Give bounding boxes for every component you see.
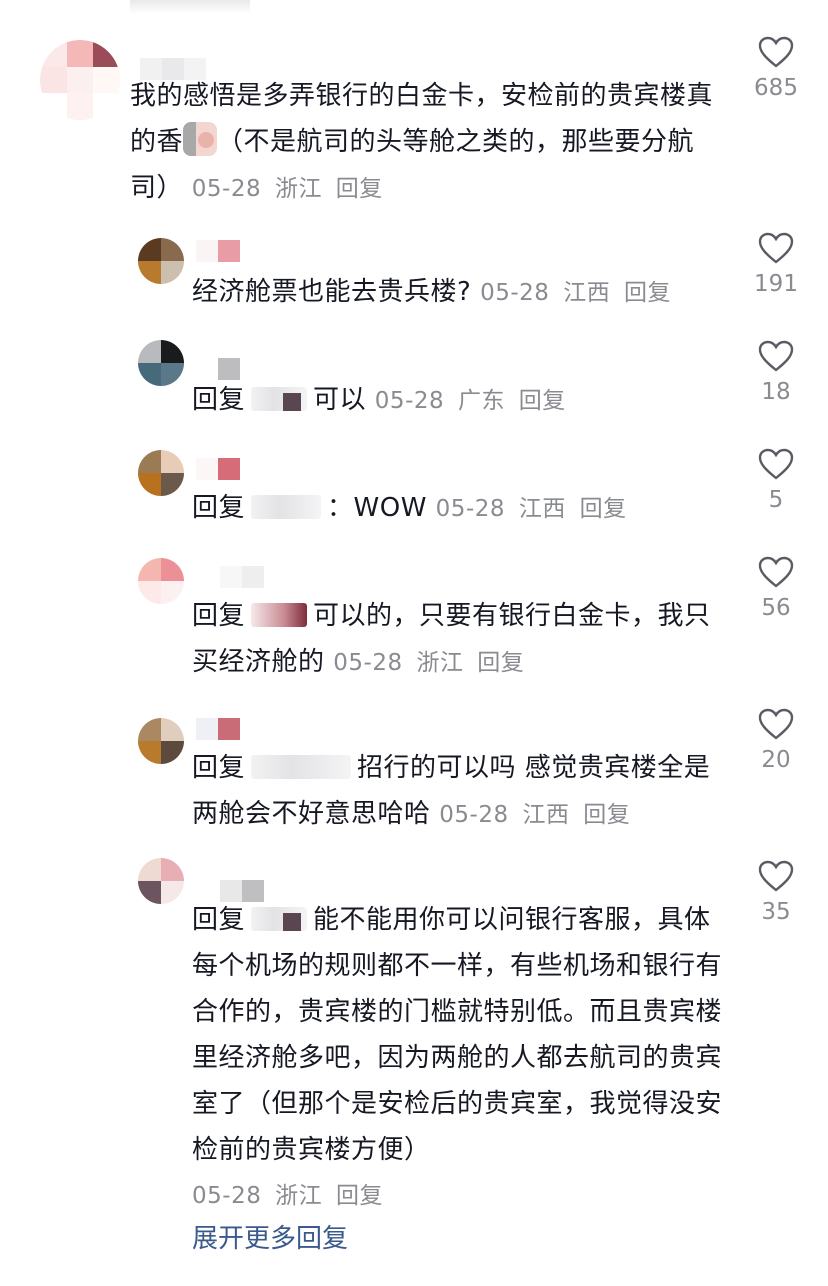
avatar[interactable] — [138, 340, 184, 386]
reply-text: 回复 招行的可以吗 感觉贵宾楼全是两舱会不好意思哈哈 05-28 江西 回复 — [192, 745, 722, 838]
reply-button[interactable]: 回复 — [519, 388, 566, 414]
reply-location: 浙江 — [416, 650, 464, 676]
face-emoji-icon — [183, 122, 218, 156]
reply-text: 经济舱票也能去贵兵楼? 05-28 江西 回复 — [192, 269, 722, 316]
like-button[interactable]: 685 — [741, 36, 811, 102]
top-fade — [130, 0, 250, 14]
reply-body: 经济舱票也能去贵兵楼? — [192, 277, 472, 307]
like-count: 20 — [761, 747, 791, 773]
mention-blurred[interactable] — [251, 755, 352, 779]
avatar[interactable] — [138, 450, 184, 496]
avatar[interactable] — [138, 858, 184, 904]
username-blurred[interactable] — [196, 458, 256, 484]
reply-location: 江西 — [518, 496, 566, 522]
like-count: 18 — [761, 379, 791, 405]
reply-date: 05-28 — [192, 1183, 262, 1209]
reply-meta: 05-28 江西 回复 — [439, 802, 636, 828]
mention-blurred[interactable] — [251, 495, 322, 519]
reply-location: 江西 — [563, 280, 611, 306]
expand-more-replies[interactable]: 展开更多回复 — [192, 1216, 348, 1262]
comment-date: 05-28 — [191, 176, 262, 202]
like-count: 56 — [761, 595, 791, 621]
reply-meta: 05-28 江西 回复 — [436, 496, 633, 522]
heart-icon — [758, 448, 794, 480]
mention-blurred[interactable] — [251, 603, 308, 627]
heart-icon — [758, 556, 794, 588]
reply-body: 可以 — [313, 385, 367, 415]
reply-prefix: 回复 — [192, 385, 246, 415]
reply-date: 05-28 — [435, 496, 506, 522]
reply-button[interactable]: 回复 — [583, 802, 630, 828]
reply-text: 回复 可以的，只要有银行白金卡，我只买经济舱的 05-28 浙江 回复 — [192, 593, 722, 686]
like-button[interactable]: 5 — [741, 448, 811, 514]
reply-button[interactable]: 回复 — [477, 650, 524, 676]
avatar[interactable] — [138, 238, 184, 284]
heart-icon — [758, 232, 794, 264]
like-count: 5 — [768, 487, 784, 513]
mention-blurred[interactable] — [251, 387, 308, 411]
like-button[interactable]: 191 — [741, 232, 811, 298]
like-button[interactable]: 56 — [741, 556, 811, 622]
comment-location: 浙江 — [274, 176, 322, 202]
username-blurred[interactable] — [196, 240, 256, 266]
reply-body: ：WOW — [327, 493, 427, 523]
username-blurred[interactable] — [196, 718, 256, 744]
like-button[interactable]: 18 — [741, 340, 811, 406]
like-button[interactable]: 20 — [741, 708, 811, 774]
reply-text: 回复 能不能用你可以问银行客服，具体每个机场的规则都不一样，有些机场和银行有合作的… — [192, 897, 722, 1219]
reply-date: 05-28 — [374, 388, 445, 414]
reply-button[interactable]: 回复 — [580, 496, 627, 522]
comment-meta: 05-28 浙江 回复 — [192, 176, 389, 202]
reply-location: 江西 — [522, 802, 570, 828]
reply-prefix: 回复 — [192, 601, 246, 631]
reply-date: 05-28 — [439, 802, 509, 828]
username-blurred[interactable] — [220, 566, 280, 592]
reply-meta: 05-28 广东 回复 — [375, 388, 572, 414]
heart-icon — [758, 36, 794, 68]
reply-location: 广东 — [457, 388, 505, 414]
heart-icon — [758, 860, 794, 892]
reply-prefix: 回复 — [192, 753, 246, 783]
avatar[interactable] — [138, 558, 184, 604]
reply-location: 浙江 — [275, 1183, 323, 1209]
reply-date: 05-28 — [333, 650, 403, 676]
like-button[interactable]: 35 — [741, 860, 811, 926]
mention-blurred[interactable] — [251, 907, 308, 931]
reply-meta: 05-28 江西 回复 — [480, 280, 677, 306]
reply-text: 回复 可以 05-28 广东 回复 — [192, 377, 722, 424]
reply-button[interactable]: 回复 — [336, 176, 383, 202]
heart-icon — [758, 340, 794, 372]
reply-text: 回复 ：WOW 05-28 江西 回复 — [192, 485, 722, 532]
reply-button[interactable]: 回复 — [336, 1183, 383, 1209]
reply-meta: 05-28 浙江 回复 — [333, 650, 530, 676]
comment-text: 我的感悟是多弄银行的白金卡，安检前的贵宾楼真的香 （不是航司的头等舱之类的，那些要… — [130, 73, 720, 212]
reply-body: 能不能用你可以问银行客服，具体每个机场的规则都不一样，有些机场和银行有合作的，贵… — [192, 905, 723, 1165]
reply-prefix: 回复 — [192, 905, 246, 935]
reply-meta: 05-28 浙江 回复 — [192, 1173, 722, 1219]
heart-icon — [758, 708, 794, 740]
reply-date: 05-28 — [480, 280, 550, 306]
like-count: 685 — [754, 75, 798, 101]
like-count: 191 — [754, 271, 798, 297]
reply-prefix: 回复 — [192, 493, 246, 523]
reply-button[interactable]: 回复 — [624, 280, 671, 306]
avatar[interactable] — [40, 40, 120, 120]
like-count: 35 — [761, 899, 791, 925]
avatar[interactable] — [138, 718, 184, 764]
